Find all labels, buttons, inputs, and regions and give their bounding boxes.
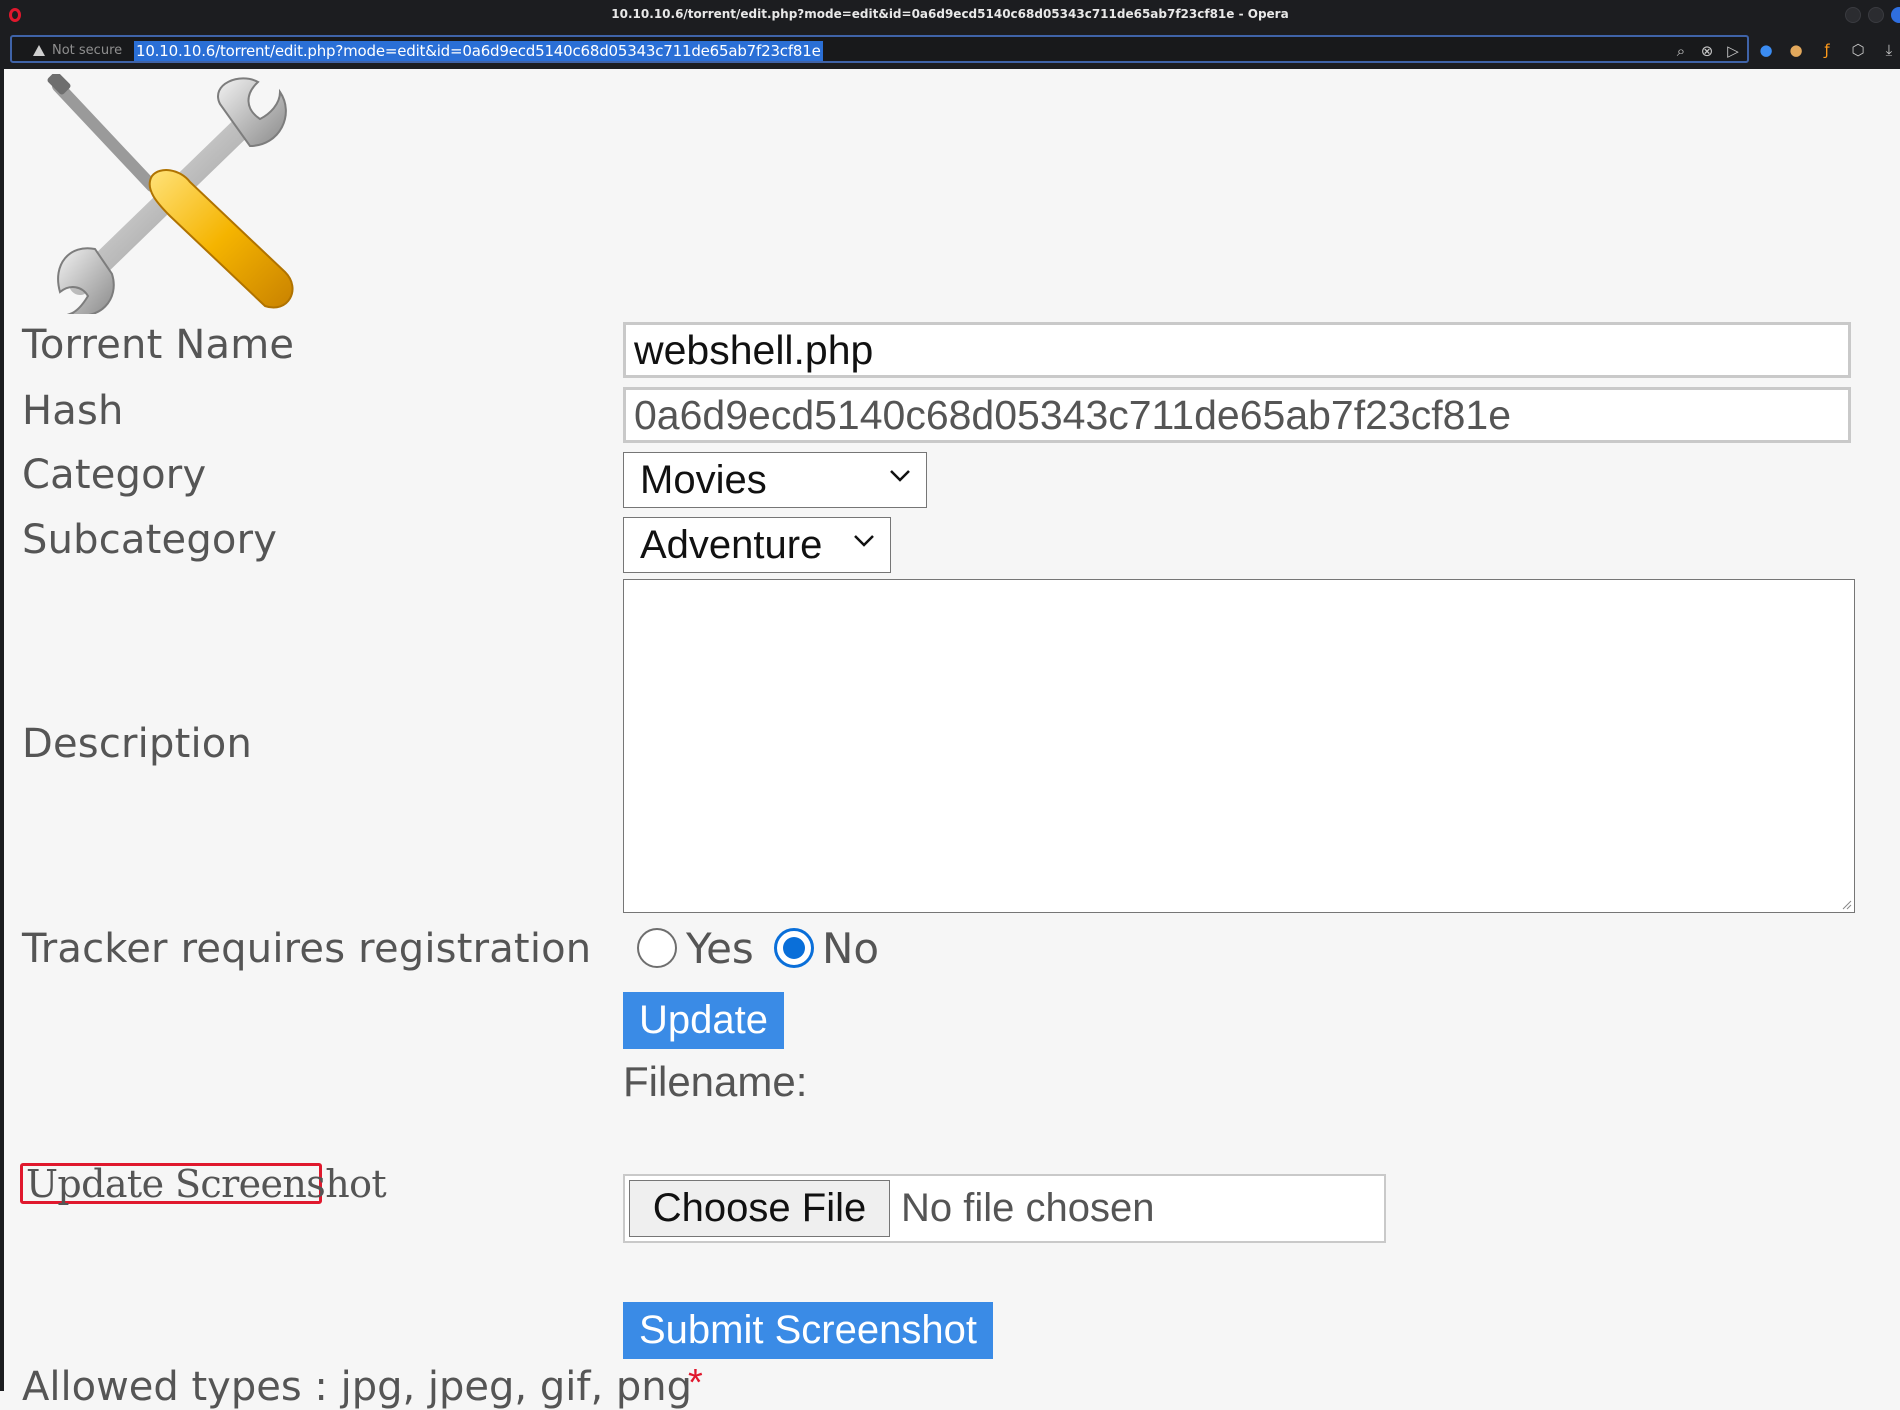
tracker-yes-label[interactable]: Yes (686, 924, 754, 973)
cube-icon[interactable]: ⬡ (1849, 41, 1867, 59)
description-label: Description (22, 721, 253, 767)
cookie-icon[interactable]: ● (1787, 41, 1805, 59)
subcategory-selected-value: Adventure (640, 523, 823, 567)
address-bar: Not secure 10.10.10.6/torrent/edit.php?m… (0, 31, 1900, 69)
subcategory-select[interactable]: Adventure (623, 517, 891, 573)
allowed-types-text: Allowed types : jpg, jpeg, gif, png (22, 1364, 692, 1410)
chevron-down-icon (890, 470, 910, 482)
tools-icon (47, 74, 294, 314)
shield-icon[interactable]: ⊗ (1698, 42, 1716, 60)
close-icon[interactable] (1891, 7, 1900, 23)
tracker-no-label[interactable]: No (822, 924, 879, 973)
choose-file-button[interactable]: Choose File (629, 1180, 890, 1237)
required-marker: * (688, 1362, 703, 1404)
category-label: Category (22, 452, 207, 498)
vpn-icon[interactable]: ● (1757, 41, 1775, 59)
send-icon[interactable]: ▷ (1724, 42, 1742, 60)
category-select[interactable]: Movies (623, 452, 927, 508)
maximize-icon[interactable] (1868, 7, 1884, 23)
screenshot-file-input[interactable]: Choose File No file chosen (623, 1174, 1386, 1243)
extension-icon[interactable]: ƒ (1818, 41, 1836, 59)
window-title: 10.10.10.6/torrent/edit.php?mode=edit&id… (611, 7, 1289, 21)
file-status-text: No file chosen (901, 1186, 1155, 1230)
update-screenshot-label: Update Screenshot (26, 1162, 387, 1206)
torrent-name-input[interactable]: webshell.php (623, 322, 1851, 378)
url-text[interactable]: 10.10.10.6/torrent/edit.php?mode=edit&id… (134, 41, 823, 61)
update-button[interactable]: Update (623, 992, 784, 1049)
tracker-no-radio[interactable] (774, 928, 814, 968)
minimize-icon[interactable] (1845, 7, 1861, 23)
download-icon[interactable]: ⤓ (1880, 41, 1898, 59)
hash-label: Hash (22, 388, 124, 434)
category-selected-value: Movies (640, 458, 767, 502)
tracker-registration-label: Tracker requires registration (22, 926, 592, 972)
browser-title-bar: 10.10.10.6/torrent/edit.php?mode=edit&id… (0, 0, 1900, 31)
subcategory-label: Subcategory (22, 517, 278, 563)
warning-icon (33, 45, 45, 56)
tracker-yes-radio[interactable] (637, 928, 677, 968)
update-screenshot-highlight: Update Screenshot (20, 1162, 387, 1206)
chevron-down-icon (854, 535, 874, 547)
hash-input[interactable]: 0a6d9ecd5140c68d05343c711de65ab7f23cf81e (623, 387, 1851, 443)
url-field[interactable]: Not secure 10.10.10.6/torrent/edit.php?m… (10, 35, 1749, 63)
filename-label: Filename: (623, 1058, 808, 1105)
search-icon[interactable]: ⌕ (1672, 42, 1690, 60)
description-textarea[interactable] (623, 579, 1855, 913)
torrent-name-label: Torrent Name (22, 322, 295, 368)
submit-screenshot-button[interactable]: Submit Screenshot (623, 1302, 993, 1359)
resize-grip-icon[interactable] (1842, 900, 1852, 910)
security-indicator[interactable]: Not secure (52, 43, 122, 58)
window-border (0, 69, 4, 1391)
